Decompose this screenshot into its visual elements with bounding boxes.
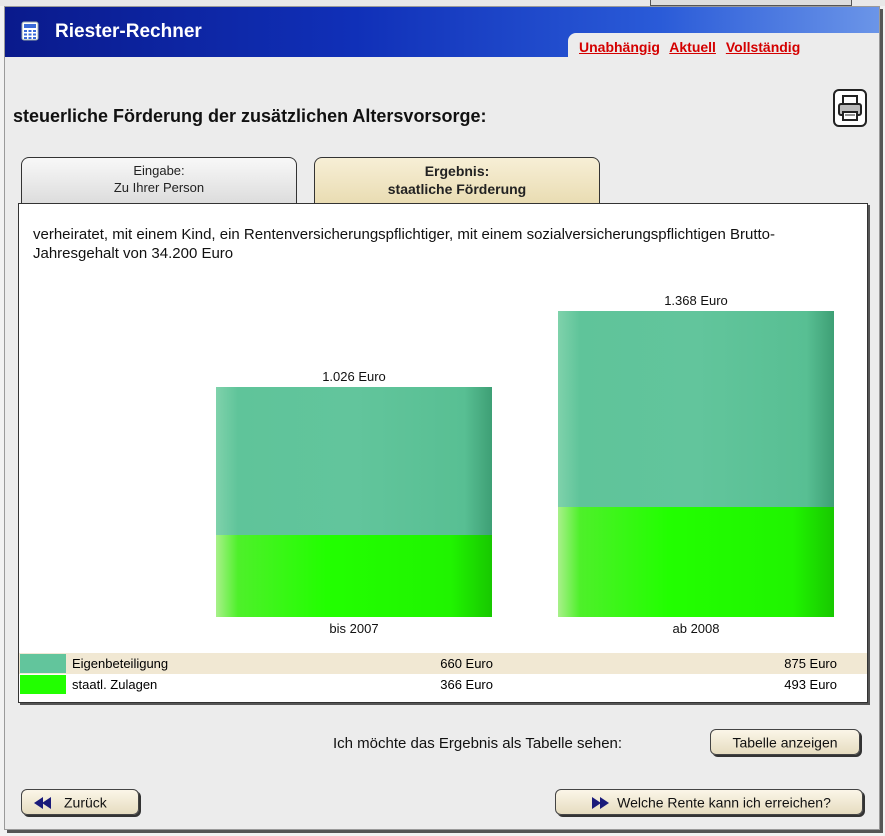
show-table-label: Tabelle anzeigen bbox=[732, 734, 838, 751]
next-button[interactable]: Welche Rente kann ich erreichen? bbox=[555, 789, 863, 815]
legend-value-bis-2007: 660 Euro bbox=[440, 656, 493, 671]
result-panel: verheiratet, mit einem Kind, ein Rentenv… bbox=[18, 203, 868, 703]
legend-value-bis-2007: 366 Euro bbox=[440, 677, 493, 692]
back-button[interactable]: Zurück bbox=[21, 789, 139, 815]
legend-table: Eigenbeteiligung 660 Euro 875 Euro staat… bbox=[19, 653, 867, 695]
title-bar: Riester-Rechner Unabhängig Aktuell Volls… bbox=[5, 7, 879, 61]
legend-label: Eigenbeteiligung bbox=[72, 656, 169, 671]
bar-bis-2007 bbox=[216, 387, 492, 617]
legend-value-ab-2008: 875 Euro bbox=[784, 656, 837, 671]
top-nav: Unabhängig Aktuell Vollständig bbox=[579, 39, 806, 55]
tab-eingabe[interactable]: Eingabe: Zu Ihrer Person bbox=[21, 157, 297, 204]
legend-row-eigenbeteiligung: Eigenbeteiligung 660 Euro 875 Euro bbox=[19, 653, 867, 674]
legend-swatch-zulagen bbox=[20, 675, 66, 694]
bar-total-label: 1.368 Euro bbox=[664, 293, 728, 308]
next-label: Welche Rente kann ich erreichen? bbox=[617, 794, 831, 811]
print-button[interactable] bbox=[833, 89, 867, 127]
show-table-button[interactable]: Tabelle anzeigen bbox=[710, 729, 860, 755]
bar-segment-zulagen bbox=[216, 535, 492, 617]
back-label: Zurück bbox=[64, 794, 107, 811]
legend-swatch-eigenbeteiligung bbox=[20, 654, 66, 673]
tab-eingabe-line1: Eingabe: bbox=[133, 163, 185, 178]
tab-ergebnis[interactable]: Ergebnis: staatliche Förderung bbox=[314, 157, 600, 204]
tab-ergebnis-line2: staatliche Förderung bbox=[387, 181, 527, 197]
app-title: Riester-Rechner bbox=[55, 21, 202, 42]
arrow-left-icon bbox=[34, 796, 51, 809]
nav-link-aktuell[interactable]: Aktuell bbox=[669, 39, 716, 55]
nav-link-vollstaendig[interactable]: Vollständig bbox=[726, 39, 800, 55]
table-prompt: Ich möchte das Ergebnis als Tabelle sehe… bbox=[333, 735, 623, 752]
result-description: verheiratet, mit einem Kind, ein Rentenv… bbox=[33, 226, 776, 262]
category-label: bis 2007 bbox=[329, 621, 379, 636]
printer-icon bbox=[838, 95, 862, 121]
tab-ergebnis-line1: Ergebnis: bbox=[424, 163, 490, 179]
legend-value-ab-2008: 493 Euro bbox=[784, 677, 837, 692]
bar-segment-eigenbeteiligung bbox=[558, 311, 834, 507]
bar-total-label: 1.026 Euro bbox=[322, 369, 386, 384]
bar-segment-zulagen bbox=[558, 507, 834, 617]
tab-eingabe-line2: Zu Ihrer Person bbox=[113, 180, 205, 195]
legend-label: staatl. Zulagen bbox=[72, 677, 158, 692]
bar-segment-eigenbeteiligung bbox=[216, 387, 492, 535]
nav-link-unabhaengig[interactable]: Unabhängig bbox=[579, 39, 660, 55]
calculator-icon bbox=[21, 21, 39, 41]
legend-row-zulagen: staatl. Zulagen 366 Euro 493 Euro bbox=[19, 674, 867, 695]
page-heading: steuerliche Förderung der zusätzlichen A… bbox=[13, 106, 487, 126]
bar-ab-2008 bbox=[558, 311, 834, 617]
arrow-right-icon bbox=[592, 796, 610, 809]
app-window: Riester-Rechner Unabhängig Aktuell Volls… bbox=[4, 6, 880, 830]
category-label: ab 2008 bbox=[672, 621, 720, 636]
